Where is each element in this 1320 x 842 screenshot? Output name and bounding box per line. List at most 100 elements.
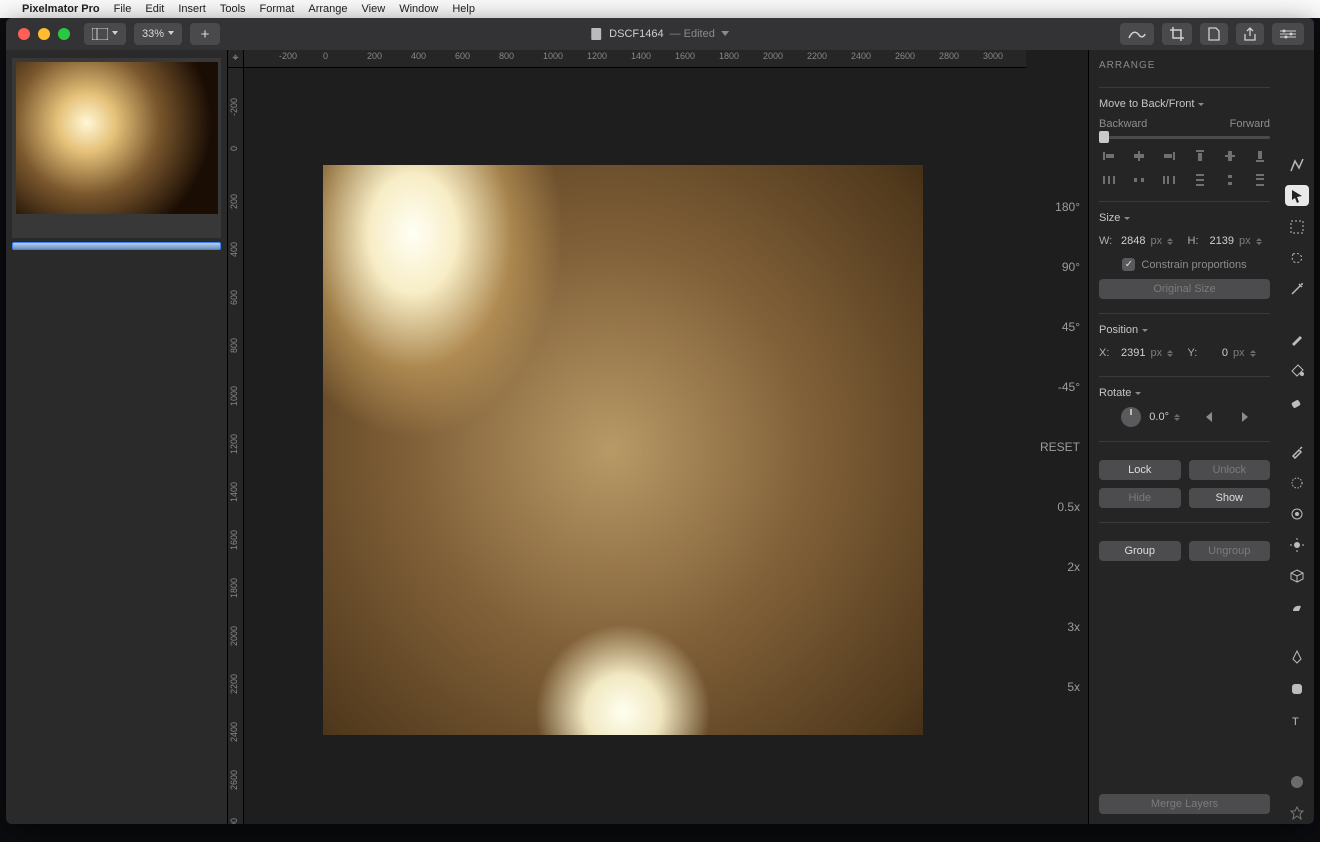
zoom-preset[interactable]: 3x [1067,620,1080,634]
distribute-right-icon[interactable] [1159,173,1179,187]
style-tool-icon[interactable] [1285,154,1309,175]
x-field[interactable]: 2391px [1121,344,1182,362]
document-info-button[interactable] [1200,23,1228,45]
menu-arrange[interactable]: Arrange [308,3,347,15]
minimize-window-button[interactable] [38,28,50,40]
ruler-origin-icon[interactable]: ⌖ [228,50,244,68]
magicwand-tool-icon[interactable] [1285,279,1309,300]
lock-button[interactable]: Lock [1099,460,1181,480]
zoom-presets-column: 180° 90° 45° -45° RESET 0.5x 2x 3x 5x [1026,50,1088,824]
zoom-reset[interactable]: RESET [1040,440,1080,454]
arrange-tool-icon[interactable] [1285,185,1309,206]
zoom-preset[interactable]: 5x [1067,680,1080,694]
freeform-select-tool-icon[interactable] [1285,248,1309,269]
distribute-h-center-icon[interactable] [1129,173,1149,187]
app-menu[interactable]: Pixelmator Pro [22,3,100,15]
rect-select-tool-icon[interactable] [1285,216,1309,237]
y-field[interactable]: 0px [1210,344,1271,362]
ruler-v-tick: 2800 [229,818,239,824]
zoom-preset[interactable]: 90° [1062,260,1080,274]
fill-tool-icon[interactable] [1285,360,1309,381]
arrange-inspector: ARRANGE Move to Back/Front BackwardForwa… [1088,50,1280,824]
traffic-lights [6,28,70,40]
retouch-tool-icon[interactable] [1285,597,1309,618]
brush-tool-icon[interactable] [1285,329,1309,350]
sidebar-toggle-button[interactable] [84,23,126,45]
rotate-section-header[interactable]: Rotate [1099,387,1270,399]
angle-field[interactable]: 0.0° [1149,408,1197,426]
gradient-tool-icon[interactable] [1285,472,1309,493]
flip-horizontal-icon[interactable] [1205,409,1223,425]
position-section-header[interactable]: Position [1099,324,1270,336]
zoom-preset[interactable]: 180° [1055,200,1080,214]
colorpicker-tool-icon[interactable] [1285,441,1309,462]
zoom-preset[interactable]: 2x [1067,560,1080,574]
size-section-header[interactable]: Size [1099,212,1270,224]
angle-stepper[interactable] [1174,408,1197,426]
zoom-preset[interactable]: 45° [1062,320,1080,334]
eraser-tool-icon[interactable] [1285,391,1309,412]
ruler-h-tick: 1800 [719,51,739,61]
menu-window[interactable]: Window [399,3,438,15]
zoom-dropdown[interactable]: 33% [134,23,182,45]
menu-edit[interactable]: Edit [145,3,164,15]
shape-tool-icon[interactable] [1285,678,1309,699]
share-button[interactable] [1236,23,1264,45]
height-stepper[interactable] [1256,232,1270,250]
x-stepper[interactable] [1167,344,1181,362]
inspector-toggle-button[interactable] [1272,23,1304,45]
move-section-header[interactable]: Move to Back/Front [1099,98,1270,110]
zoom-preset[interactable]: -45° [1058,380,1080,394]
ruler-h-tick: 3000 [983,51,1003,61]
hide-button[interactable]: Hide [1099,488,1181,508]
align-left-icon[interactable] [1099,149,1119,163]
layer-thumbnail[interactable] [12,58,221,238]
light-tool-icon[interactable] [1285,535,1309,556]
y-stepper[interactable] [1250,344,1270,362]
unlock-button[interactable]: Unlock [1189,460,1271,480]
canvas-image[interactable] [323,165,923,735]
pen-tool-icon[interactable] [1285,647,1309,668]
menu-file[interactable]: File [114,3,132,15]
fullscreen-window-button[interactable] [58,28,70,40]
selected-layer-indicator[interactable] [12,242,221,250]
distribute-left-icon[interactable] [1099,173,1119,187]
favorites-icon[interactable] [1285,803,1309,824]
width-field[interactable]: 2848px [1121,232,1182,250]
align-top-icon[interactable] [1190,149,1210,163]
arrange-order-slider[interactable] [1099,136,1270,139]
align-center-v-icon[interactable] [1220,149,1240,163]
color-adjustments-button[interactable] [1120,23,1154,45]
constrain-proportions-checkbox[interactable]: ✓Constrain proportions [1099,258,1270,271]
align-center-h-icon[interactable] [1129,149,1149,163]
menu-format[interactable]: Format [260,3,295,15]
align-right-icon[interactable] [1159,149,1179,163]
zoom-preset[interactable]: 0.5x [1057,500,1080,514]
document-title[interactable]: DSCF1464 — Edited [591,28,729,40]
merge-layers-button[interactable]: Merge Layers [1099,794,1270,814]
backward-label: Backward [1099,118,1147,130]
group-button[interactable]: Group [1099,541,1181,561]
distribute-v-center-icon[interactable] [1220,173,1240,187]
effects-tool-icon[interactable] [1285,503,1309,524]
width-stepper[interactable] [1167,232,1181,250]
original-size-button[interactable]: Original Size [1099,279,1270,299]
type-tool-icon[interactable]: T [1285,709,1309,730]
rotate-dial[interactable] [1121,407,1141,427]
menu-tools[interactable]: Tools [220,3,246,15]
align-bottom-icon[interactable] [1250,149,1270,163]
menu-view[interactable]: View [362,3,386,15]
crop-button[interactable] [1162,23,1192,45]
cube-tool-icon[interactable] [1285,566,1309,587]
height-field[interactable]: 2139px [1210,232,1271,250]
add-button[interactable]: + [190,23,220,45]
ungroup-button[interactable]: Ungroup [1189,541,1271,561]
foreground-color-icon[interactable] [1285,772,1309,793]
show-button[interactable]: Show [1189,488,1271,508]
menu-help[interactable]: Help [452,3,475,15]
distribute-top-icon[interactable] [1190,173,1210,187]
menu-insert[interactable]: Insert [178,3,206,15]
close-window-button[interactable] [18,28,30,40]
distribute-bottom-icon[interactable] [1250,173,1270,187]
flip-vertical-icon[interactable] [1231,409,1249,425]
